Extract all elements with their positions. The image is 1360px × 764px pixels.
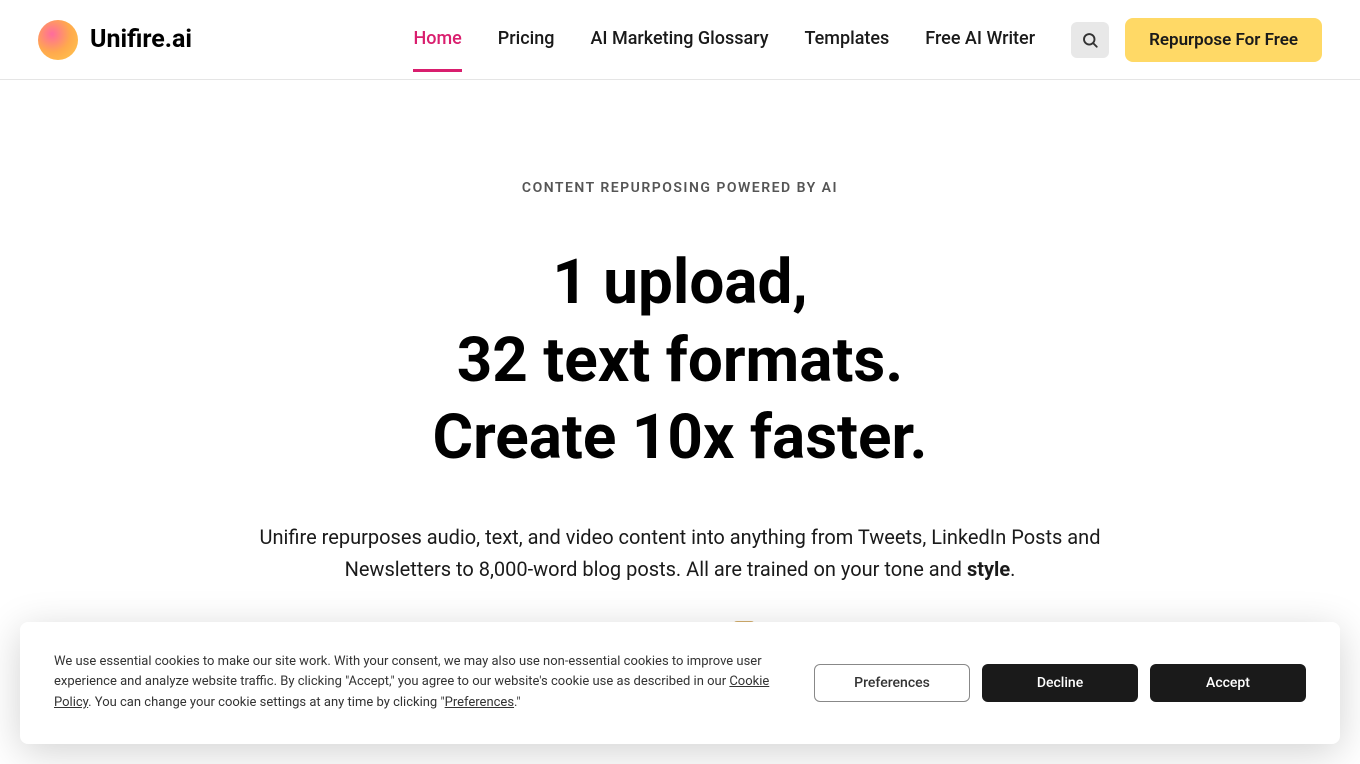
headline-line3: Create 10x faster. <box>0 399 1360 477</box>
headline-line1: 1 upload, <box>0 244 1360 322</box>
main-nav: Home Pricing AI Marketing Glossary Templ… <box>413 28 1035 52</box>
nav-pricing[interactable]: Pricing <box>498 28 555 72</box>
logo[interactable]: Unifire.ai <box>38 20 192 60</box>
search-icon <box>1081 31 1099 49</box>
decline-button[interactable]: Decline <box>982 664 1138 702</box>
preferences-link[interactable]: Preferences <box>445 695 514 710</box>
nav-right: Repurpose For Free <box>1071 18 1322 62</box>
search-button[interactable] <box>1071 22 1109 58</box>
cta-button[interactable]: Repurpose For Free <box>1125 18 1322 62</box>
cookie-text: We use essential cookies to make our sit… <box>54 652 774 714</box>
cookie-text1: We use essential cookies to make our sit… <box>54 654 762 690</box>
cookie-banner: We use essential cookies to make our sit… <box>20 622 1340 744</box>
headline: 1 upload, 32 text formats. Create 10x fa… <box>0 244 1360 477</box>
eyebrow: CONTENT REPURPOSING POWERED BY AI <box>0 180 1360 196</box>
brand-name: Unifire.ai <box>90 25 192 54</box>
headline-line2: 32 text formats. <box>0 322 1360 400</box>
cookie-buttons: Preferences Decline Accept <box>814 664 1306 702</box>
subhead-after: . <box>1010 557 1015 581</box>
hero: CONTENT REPURPOSING POWERED BY AI 1 uplo… <box>0 80 1360 643</box>
nav-free-writer[interactable]: Free AI Writer <box>925 28 1035 72</box>
accept-button[interactable]: Accept <box>1150 664 1306 702</box>
subheadline: Unifire repurposes audio, text, and vide… <box>220 521 1140 585</box>
nav-glossary[interactable]: AI Marketing Glossary <box>590 28 768 72</box>
logo-icon <box>38 20 78 60</box>
header: Unifire.ai Home Pricing AI Marketing Glo… <box>0 0 1360 80</box>
cookie-text3: ." <box>514 695 521 710</box>
preferences-button[interactable]: Preferences <box>814 664 970 702</box>
nav-templates[interactable]: Templates <box>805 28 890 72</box>
cookie-text2: . You can change your cookie settings at… <box>88 695 444 710</box>
subhead-bold: style <box>967 557 1010 581</box>
nav-home[interactable]: Home <box>413 28 461 72</box>
